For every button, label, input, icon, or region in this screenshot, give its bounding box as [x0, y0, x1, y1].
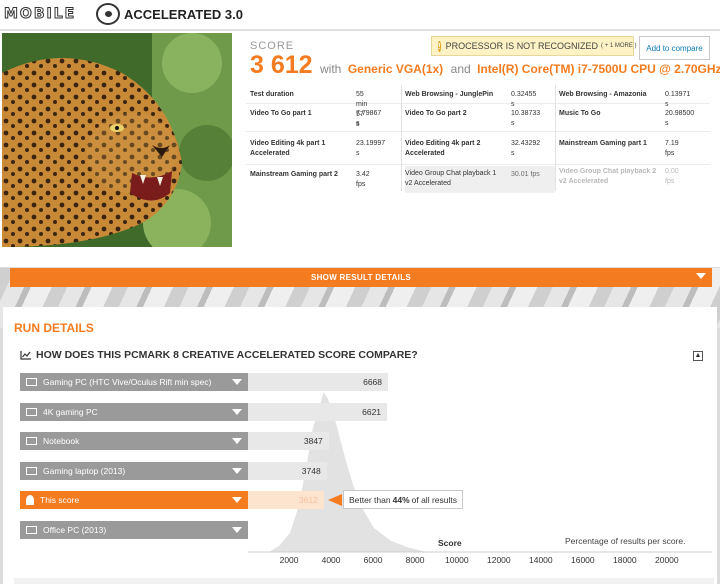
dropdown-arrow-icon[interactable]: [232, 467, 242, 474]
x-tick-label: 4000: [321, 555, 341, 565]
dropdown-arrow-icon[interactable]: [232, 438, 242, 445]
pin-icon: [26, 495, 34, 506]
callout-prefix: Better than: [349, 494, 391, 505]
score-bar: 3847: [248, 432, 329, 451]
system-selector[interactable]: 4K gaming PC: [20, 402, 248, 421]
score-bar: 3612: [248, 491, 324, 510]
x-tick-label: 20000: [655, 555, 679, 565]
computer-icon: [26, 407, 37, 416]
system-name: Office PC (2013): [43, 525, 107, 535]
computer-icon: [26, 466, 37, 475]
dropdown-arrow-icon[interactable]: [232, 527, 242, 533]
computer-icon: [26, 526, 37, 534]
system-selector[interactable]: Office PC (2013): [20, 521, 248, 539]
x-tick-label: 10000: [445, 555, 469, 565]
system-name: 4K gaming PC: [43, 406, 98, 417]
computer-icon: [26, 437, 37, 446]
score-bar: 3748: [248, 461, 327, 480]
system-name: This score: [40, 495, 80, 506]
callout-percent: 44%: [392, 494, 410, 505]
computer-icon: [26, 378, 37, 386]
system-selector[interactable]: Gaming laptop (2013): [20, 461, 248, 480]
callout-suffix: of all results: [411, 494, 457, 505]
system-name: Gaming laptop (2013): [43, 465, 126, 476]
system-name: Notebook: [43, 436, 80, 447]
system-selector[interactable]: This score: [20, 491, 248, 510]
x-tick-label: 14000: [529, 555, 553, 565]
x-tick-label: 6000: [363, 555, 383, 565]
score-bar: 6621: [248, 402, 388, 421]
system-selector[interactable]: Notebook: [20, 432, 248, 451]
x-tick-label: 16000: [571, 555, 595, 565]
score-bar: 6668: [248, 373, 389, 391]
x-tick-label: 2000: [279, 555, 299, 565]
better-than-callout: Better than 44% of all results: [328, 490, 463, 509]
system-selector[interactable]: Gaming PC (HTC Vive/Oculus Rift min spec…: [20, 373, 248, 391]
next-section-edge: [14, 578, 714, 584]
distribution-note: Percentage of results per score.: [565, 536, 686, 546]
x-axis-title: Score: [438, 538, 462, 548]
dropdown-arrow-icon[interactable]: [232, 497, 242, 504]
x-tick-label: 18000: [613, 555, 637, 565]
system-name: Gaming PC (HTC Vive/Oculus Rift min spec…: [43, 377, 212, 387]
x-tick-label: 8000: [405, 555, 425, 565]
x-tick-label: 12000: [487, 555, 511, 565]
dropdown-arrow-icon[interactable]: [232, 408, 242, 415]
dropdown-arrow-icon[interactable]: [232, 379, 242, 385]
